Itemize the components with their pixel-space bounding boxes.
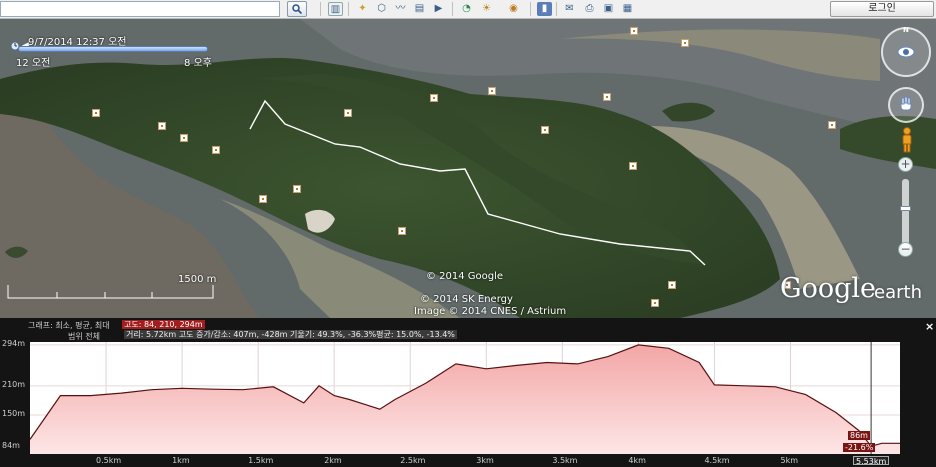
tour-icon[interactable]: ▶ (431, 2, 446, 16)
scale-label: 1500 m (178, 274, 217, 285)
place-marker[interactable] (488, 87, 496, 95)
toolbar-divider (320, 2, 321, 16)
google-logo: Google (780, 273, 876, 304)
copyright-imagery: Image © 2014 CNES / Astrium (414, 306, 567, 317)
sidebar-icon[interactable]: ▥ (328, 2, 343, 16)
search-icon (292, 4, 302, 14)
planet-icon[interactable]: ◉ (506, 2, 521, 16)
range-scope-label: 범위 전체 (68, 332, 100, 341)
x-tick-label: 3km (476, 456, 494, 465)
maps-icon[interactable]: ▦ (620, 2, 635, 16)
copyright-google: © 2014 Google (426, 271, 504, 282)
historical-imagery-icon[interactable]: ◔ (459, 2, 474, 16)
look-control[interactable]: N (881, 26, 931, 77)
polygon-icon[interactable]: ⬡ (374, 2, 389, 16)
profile-header: 그래프: 최소, 평균, 최대 고도: 84, 210, 294m 범위 전체 … (0, 318, 936, 341)
x-tick-label: 5km (780, 456, 798, 465)
place-marker[interactable] (630, 27, 638, 35)
place-marker[interactable] (259, 195, 267, 203)
cursor-slope-tag: -21.6% (843, 443, 876, 452)
elevation-summary-tag: 고도: 84, 210, 294m (122, 320, 205, 329)
x-tick-label: 1.5km (248, 456, 274, 465)
map-view[interactable]: ◀ 9/7/2014 12:37 오전 12 오전 8 오후 1500 m © … (0, 19, 936, 318)
search-input[interactable] (0, 1, 280, 17)
y-tick-label: 294m (2, 338, 26, 348)
ruler-icon[interactable]: ▮ (537, 2, 552, 16)
place-marker[interactable] (651, 299, 659, 307)
elevation-profile-chart[interactable] (0, 318, 936, 467)
place-marker[interactable] (398, 227, 406, 235)
x-tick-label: 2km (324, 456, 342, 465)
range-stats: 거리: 5.72km 고도 증가/감소: 407m, -428m 기울기: 49… (124, 330, 457, 339)
print-icon[interactable]: ⎙ (582, 2, 597, 16)
y-tick-label: 84m (2, 441, 20, 451)
x-tick-label: 1km (172, 456, 190, 465)
placemark-icon[interactable]: ✦ (355, 2, 370, 16)
zoom-in-button[interactable]: + (898, 157, 913, 172)
email-icon[interactable]: ✉ (562, 2, 577, 16)
cursor-elevation-tag: 86m (848, 431, 870, 440)
place-marker[interactable] (180, 134, 188, 142)
zoom-out-button[interactable]: − (898, 242, 913, 257)
graph-mode-label[interactable]: 그래프: 최소, 평균, 최대 (28, 320, 110, 331)
search-button[interactable] (287, 1, 307, 17)
time-slider-start: 12 오전 (16, 58, 51, 69)
place-marker[interactable] (212, 146, 220, 154)
x-tick-label: 2.5km (400, 456, 426, 465)
place-marker[interactable] (629, 162, 637, 170)
place-marker[interactable] (293, 185, 301, 193)
place-marker[interactable] (828, 121, 836, 129)
hand-icon (900, 96, 912, 111)
place-marker[interactable] (344, 109, 352, 117)
place-marker[interactable] (668, 281, 676, 289)
copyright-sk: © 2014 SK Energy (420, 294, 513, 305)
login-button[interactable]: 로그인 (830, 1, 934, 17)
zoom-slider-thumb[interactable] (900, 206, 911, 211)
street-view-pegman-icon[interactable] (900, 127, 914, 153)
x-tick-label: 0.5km (96, 456, 122, 465)
path-icon[interactable]: 〰 (393, 2, 408, 16)
eye-icon (897, 46, 915, 58)
save-image-icon[interactable]: ▣ (601, 2, 616, 16)
earth-logo: earth (874, 282, 922, 303)
x-tick-label: 4.5km (704, 456, 730, 465)
place-marker[interactable] (541, 126, 549, 134)
place-marker[interactable] (603, 93, 611, 101)
place-marker[interactable] (681, 39, 689, 47)
toolbar-divider (452, 2, 453, 16)
sunlight-icon[interactable]: ☀ (479, 2, 494, 16)
toolbar-divider (530, 2, 531, 16)
y-tick-label: 210m (2, 379, 26, 389)
place-marker[interactable] (158, 122, 166, 130)
compass-north-label: N (903, 26, 909, 34)
toolbar: ▥ ✦ ⬡ 〰 ▤ ▶ ◔ ☀ ◉ ▮ ✉ ⎙ ▣ ▦ 로그인 (0, 0, 936, 19)
toolbar-divider (348, 2, 349, 16)
x-tick-label: 3.5km (552, 456, 578, 465)
toolbar-divider (556, 2, 557, 16)
time-slider-end: 8 오후 (184, 58, 212, 69)
place-marker[interactable] (430, 94, 438, 102)
y-tick-label: 150m (2, 409, 26, 419)
place-marker[interactable] (92, 109, 100, 117)
x-tick-label: 4km (628, 456, 646, 465)
zoom-slider[interactable] (900, 179, 911, 251)
cursor-distance-tag: 5.53km (853, 456, 890, 466)
close-profile-button[interactable]: × (925, 320, 934, 333)
time-slider-track[interactable] (18, 46, 208, 52)
move-control[interactable] (888, 87, 924, 123)
elevation-profile-panel: 그래프: 최소, 평균, 최대 고도: 84, 210, 294m 범위 전체 … (0, 318, 936, 467)
image-overlay-icon[interactable]: ▤ (412, 2, 427, 16)
